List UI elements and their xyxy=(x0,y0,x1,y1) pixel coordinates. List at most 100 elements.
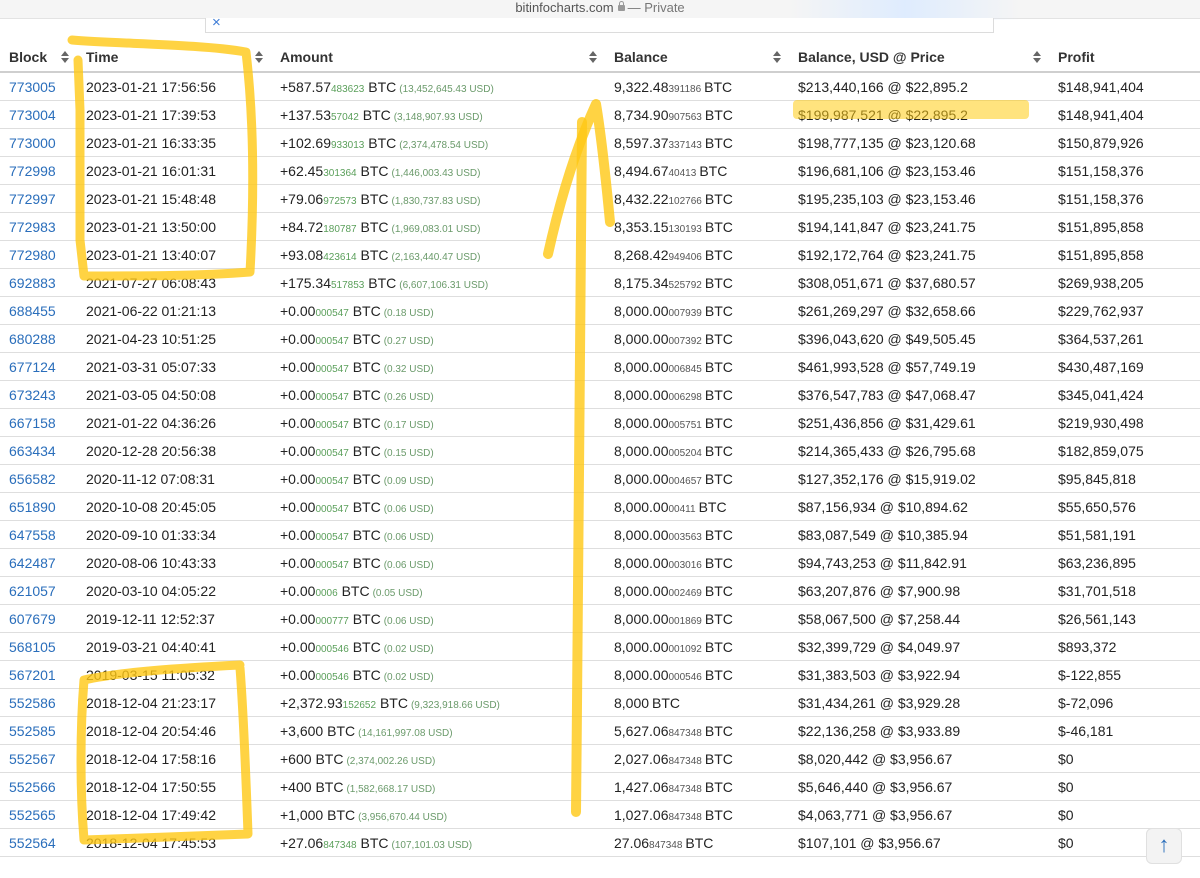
block-link[interactable]: 773000 xyxy=(9,135,56,151)
block-link[interactable]: 567201 xyxy=(9,667,56,683)
table-row: 656582 2020-11-12 07:08:31 +0.00000547 BTC… xyxy=(0,464,1200,493)
amount-fraction: 000547 xyxy=(315,503,349,515)
amount-fraction: 0006 xyxy=(315,587,338,599)
block-link[interactable]: 656582 xyxy=(9,471,56,487)
block-link[interactable]: 688455 xyxy=(9,303,56,319)
cell-time: 2023-01-21 13:50:00 xyxy=(77,212,271,241)
sort-icon[interactable] xyxy=(1033,51,1041,63)
balance-main: 8,000.00 xyxy=(614,638,669,655)
block-link[interactable]: 651890 xyxy=(9,499,56,515)
table-row: 772997 2023-01-21 15:48:48 +79.06972573 BT… xyxy=(0,184,1200,213)
cell-profit: $151,895,858 xyxy=(1049,240,1200,269)
header-balance-usd[interactable]: Balance, USD @ Price xyxy=(789,43,1049,73)
cell-block: 772997 xyxy=(0,184,77,213)
browser-address-bar[interactable]: bitinfocharts.com — Private xyxy=(0,0,1200,19)
amount-unit: BTC xyxy=(368,78,397,95)
header-amount[interactable]: Amount xyxy=(271,43,605,73)
block-link[interactable]: 552586 xyxy=(9,695,56,711)
sort-icon[interactable] xyxy=(255,51,263,63)
block-link[interactable]: 692883 xyxy=(9,275,56,291)
block-link[interactable]: 680288 xyxy=(9,331,56,347)
block-link[interactable]: 773004 xyxy=(9,107,56,123)
block-link[interactable]: 621057 xyxy=(9,583,56,599)
cell-balance: 8,000.0000411 BTC xyxy=(605,492,789,521)
cell-profit: $430,487,169 xyxy=(1049,352,1200,381)
amount-fraction: 000547 xyxy=(315,559,349,571)
block-link[interactable]: 772983 xyxy=(9,219,56,235)
browser-host: bitinfocharts.com xyxy=(515,0,614,15)
cell-time: 2020-10-08 20:45:05 xyxy=(77,492,271,521)
amount-fraction: 57042 xyxy=(331,111,359,123)
balance-main: 8,494.67 xyxy=(614,162,669,179)
block-link[interactable]: 772998 xyxy=(9,163,56,179)
cell-time: 2019-03-15 11:05:32 xyxy=(77,660,271,689)
block-link[interactable]: 663434 xyxy=(9,443,56,459)
sort-icon[interactable] xyxy=(589,51,597,63)
cell-balance-usd: $396,043,620 @ $49,505.45 xyxy=(789,324,1049,353)
cell-balance-usd: $107,101 @ $3,956.67 xyxy=(789,828,1049,857)
cell-balance-usd: $87,156,934 @ $10,894.62 xyxy=(789,492,1049,521)
amount-unit: BTC xyxy=(315,750,344,767)
balance-unit: BTC xyxy=(698,498,727,515)
block-link[interactable]: 642487 xyxy=(9,555,56,571)
amount-main: +0.00 xyxy=(280,554,316,571)
amount-main: +0.00 xyxy=(280,386,316,403)
cell-amount: +27.06847348 BTC (107,101.03 USD) xyxy=(271,828,605,857)
cell-amount: +0.00000547 BTC (0.09 USD) xyxy=(271,464,605,493)
table-row: 552567 2018-12-04 17:58:16 +600 BTC (2,374,… xyxy=(0,744,1200,773)
block-link[interactable]: 773005 xyxy=(9,79,56,95)
header-profit[interactable]: Profit xyxy=(1049,43,1200,73)
block-link[interactable]: 772980 xyxy=(9,247,56,263)
balance-unit: BTC xyxy=(704,442,733,459)
amount-main: +0.00 xyxy=(280,610,316,627)
block-link[interactable]: 677124 xyxy=(9,359,56,375)
balance-unit: BTC xyxy=(704,386,733,403)
block-link[interactable]: 552585 xyxy=(9,723,56,739)
table-row: 552586 2018-12-04 21:23:17 +2,372.93152652… xyxy=(0,688,1200,717)
block-link[interactable]: 552567 xyxy=(9,751,56,767)
block-link[interactable]: 552566 xyxy=(9,779,56,795)
amount-main: +3,600 xyxy=(280,722,324,739)
block-link[interactable]: 647558 xyxy=(9,527,56,543)
cell-balance-usd: $199,987,521 @ $22,895.2 xyxy=(789,100,1049,129)
cell-profit: $31,701,518 xyxy=(1049,576,1200,605)
header-block[interactable]: Block xyxy=(0,43,77,73)
amount-usd: (0.02 USD) xyxy=(383,643,434,655)
scroll-top-button[interactable]: ↑ xyxy=(1146,828,1182,864)
close-icon[interactable]: × xyxy=(212,15,221,30)
cell-block: 773000 xyxy=(0,128,77,157)
amount-usd: (1,446,003.43 USD) xyxy=(391,167,481,179)
cell-balance: 8,432.22102766 BTC xyxy=(605,184,789,213)
block-link[interactable]: 552564 xyxy=(9,835,56,851)
block-link[interactable]: 667158 xyxy=(9,415,56,431)
cell-balance: 1,027.06847348 BTC xyxy=(605,800,789,829)
sort-icon[interactable] xyxy=(61,51,69,63)
header-balance[interactable]: Balance xyxy=(605,43,789,73)
amount-main: +0.00 xyxy=(280,442,316,459)
cell-profit: $229,762,937 xyxy=(1049,296,1200,325)
table-row: 568105 2019-03-21 04:40:41 +0.00000546 BTC… xyxy=(0,632,1200,661)
block-link[interactable]: 673243 xyxy=(9,387,56,403)
cell-balance: 8,000.00005204 BTC xyxy=(605,436,789,465)
balance-main: 5,627.06 xyxy=(614,722,669,739)
block-link[interactable]: 607679 xyxy=(9,611,56,627)
cell-block: 673243 xyxy=(0,380,77,409)
block-link[interactable]: 552565 xyxy=(9,807,56,823)
cell-balance-usd: $194,141,847 @ $23,241.75 xyxy=(789,212,1049,241)
amount-unit: BTC xyxy=(352,526,381,543)
block-link[interactable]: 568105 xyxy=(9,639,56,655)
header-time[interactable]: Time xyxy=(77,43,271,73)
cell-block: 607679 xyxy=(0,604,77,633)
header-label: Block xyxy=(9,49,48,65)
block-link[interactable]: 772997 xyxy=(9,191,56,207)
amount-fraction: 301364 xyxy=(323,167,357,179)
balance-main: 8,734.90 xyxy=(614,106,669,123)
cell-balance: 8,000.00001869 BTC xyxy=(605,604,789,633)
cell-amount: +79.06972573 BTC (1,830,737.83 USD) xyxy=(271,184,605,213)
cell-balance: 8,000.00006845 BTC xyxy=(605,352,789,381)
amount-usd: (6,607,106.31 USD) xyxy=(399,279,489,291)
cell-balance-usd: $63,207,876 @ $7,900.98 xyxy=(789,576,1049,605)
sort-icon[interactable] xyxy=(773,51,781,63)
cell-block: 651890 xyxy=(0,492,77,521)
cell-time: 2019-03-21 04:40:41 xyxy=(77,632,271,661)
